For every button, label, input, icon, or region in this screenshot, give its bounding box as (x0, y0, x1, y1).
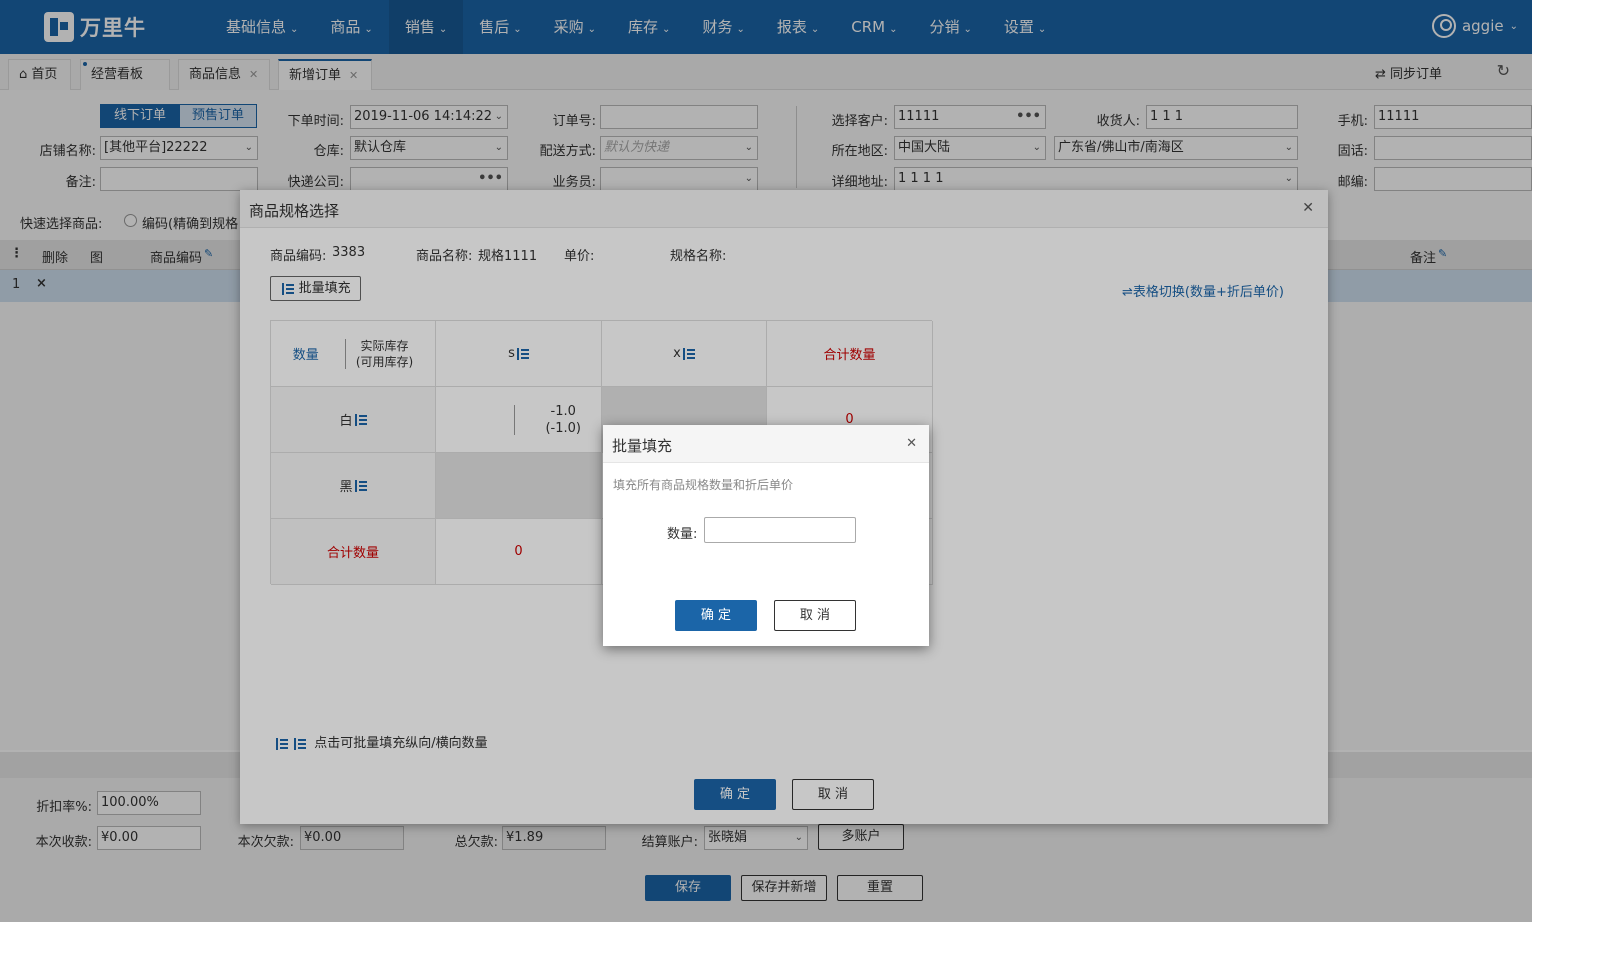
qty-label: 数量: (667, 527, 698, 542)
batch-fill-dialog: 批量填充 ✕ 填充所有商品规格数量和折后单价 数量: 确 定 取 消 (603, 425, 929, 646)
close-icon[interactable]: ✕ (906, 436, 917, 451)
app-root: 万里牛 基础信息 ⌄ 商品 ⌄ 销售 ⌄ 售后 ⌄ 采购 ⌄ 库存 ⌄ 财务 ⌄ 报表 ⌄ CRM ⌄ 分销 ⌄ 设置 ⌄… (0, 0, 1532, 922)
qty-input[interactable] (704, 517, 856, 543)
dialog-title: 批量填充 (612, 437, 673, 455)
dialog-ok-button[interactable]: 确 定 (675, 600, 757, 631)
dialog-header: 批量填充 ✕ (603, 425, 929, 463)
dialog-description: 填充所有商品规格数量和折后单价 (613, 478, 794, 492)
dialog-cancel-button[interactable]: 取 消 (774, 600, 856, 631)
